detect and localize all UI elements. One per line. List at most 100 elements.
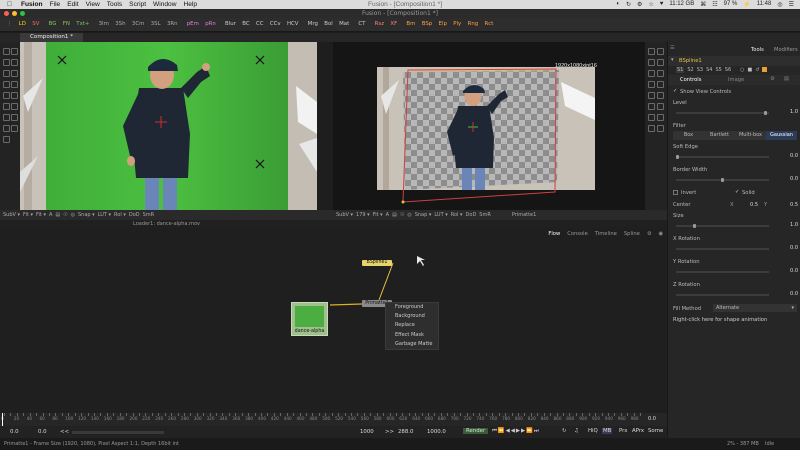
shape-box-icon[interactable] <box>657 114 664 121</box>
select-icon[interactable] <box>648 59 655 66</box>
status-icon-7[interactable]: ☷ <box>712 1 717 8</box>
tool-btn[interactable]: HCV <box>286 20 300 29</box>
render-end-field[interactable]: 1000 <box>360 429 374 435</box>
version-s2[interactable]: S2 <box>687 67 693 73</box>
tool-btn[interactable]: Mat <box>338 20 350 29</box>
bezier-icon[interactable] <box>11 81 18 88</box>
done-icon[interactable] <box>657 70 664 77</box>
lock-icon[interactable] <box>3 136 10 143</box>
tool-btn[interactable]: Ply <box>452 20 462 29</box>
tool-btn[interactable]: CC <box>255 20 265 29</box>
border-width-value[interactable]: 0.0 <box>774 176 798 182</box>
pointer-icon[interactable] <box>3 48 10 55</box>
zoom-dropdown[interactable]: Fit ▾ <box>23 212 33 218</box>
border-width-knob[interactable] <box>721 178 724 182</box>
select-all-icon[interactable] <box>657 92 664 99</box>
audio-icon[interactable]: ♫ <box>574 428 579 434</box>
center-y-value[interactable]: 0.5 <box>774 202 798 208</box>
aprx-button[interactable]: APrx <box>632 428 644 434</box>
tab-modifiers[interactable]: Modifiers <box>774 47 798 53</box>
target-icon[interactable]: ◎ <box>71 212 75 218</box>
paint-icon[interactable] <box>11 103 18 110</box>
inspector-menu-icon[interactable]: ☰ <box>670 45 675 51</box>
size-knob[interactable] <box>693 224 696 228</box>
mb-button[interactable]: MB <box>602 428 613 434</box>
soft-edge-slider[interactable] <box>676 156 769 158</box>
status-icon-6[interactable]: ⌘ <box>700 1 706 8</box>
center-x-value[interactable]: 0.5 <box>740 202 758 208</box>
version-s4[interactable]: S4 <box>706 67 712 73</box>
options-icon[interactable]: ▤ <box>784 76 789 82</box>
lock-icon[interactable] <box>657 125 664 132</box>
show-keys-icon[interactable] <box>648 103 655 110</box>
tool-btn[interactable]: Txt+ <box>75 20 90 29</box>
tool-btn[interactable]: BC <box>241 20 250 29</box>
fill-method-dropdown[interactable]: Alternate ▾ <box>713 304 797 312</box>
ctx-item-garbage-matte[interactable]: Garbage Matte <box>386 340 438 349</box>
level-slider[interactable] <box>676 112 769 114</box>
soft-edge-value[interactable]: 0.0 <box>774 153 798 159</box>
filter-multi-box[interactable]: Multi-box <box>735 131 766 140</box>
menu-edit[interactable]: Edit <box>67 1 78 8</box>
tool-btn[interactable]: pEm <box>186 20 200 29</box>
color-icon[interactable]: ☉ <box>63 212 67 218</box>
subtab-controls[interactable]: Controls <box>680 77 701 83</box>
tool-btn[interactable]: XF <box>389 20 398 29</box>
viewer-left[interactable] <box>20 42 317 210</box>
pin-icon[interactable]: ○ <box>740 67 744 73</box>
filter-bartlett[interactable]: Bartlett <box>704 131 735 140</box>
menu-window[interactable]: Window <box>153 1 176 8</box>
tool-btn[interactable]: CCv <box>269 20 282 29</box>
ellipse-icon[interactable] <box>3 103 10 110</box>
checker-icon[interactable] <box>11 125 18 132</box>
hiq-button[interactable]: HiQ <box>588 428 598 434</box>
viewer-right[interactable]: 1920x1080xint16 <box>333 42 645 210</box>
prx-button[interactable]: Prx <box>619 428 627 434</box>
pan-icon[interactable] <box>657 48 664 55</box>
tab-tools[interactable]: Tools <box>751 47 764 53</box>
version-s3[interactable]: S3 <box>697 67 703 73</box>
invert-checkbox[interactable] <box>673 190 678 195</box>
version-s1[interactable]: S1 <box>676 67 685 73</box>
zoom-dropdown[interactable]: 179 ▾ <box>356 212 370 218</box>
tool-btn[interactable]: LD <box>18 20 27 29</box>
snap-dropdown[interactable]: Snap ▾ <box>78 212 95 218</box>
range-left-arrows[interactable]: << <box>60 429 69 435</box>
ctx-item-effect-mask[interactable]: Effect Mask <box>386 331 438 340</box>
node-bspline1[interactable]: BSpline1 <box>362 260 392 266</box>
show-view-controls-checkbox[interactable]: ✓ <box>673 88 677 94</box>
status-icon-1[interactable]: ◐ <box>616 1 620 8</box>
tool-btn[interactable]: Rsz <box>374 20 385 29</box>
menu-tools[interactable]: Tools <box>107 1 122 8</box>
a-toggle[interactable]: A <box>49 212 52 218</box>
pan-icon[interactable] <box>11 48 18 55</box>
tool-header[interactable]: ▾ BSpline1 <box>668 56 800 66</box>
fit-dropdown[interactable]: Fit ▾ <box>373 212 383 218</box>
y-rotation-value[interactable]: 0.0 <box>774 268 798 274</box>
level-slider-knob[interactable] <box>764 111 767 115</box>
lock-icon[interactable]: ■ <box>748 67 753 73</box>
lut-dropdown[interactable]: LUT ▾ <box>434 212 447 218</box>
grid-icon[interactable]: ▤ <box>55 212 60 218</box>
tool-btn[interactable]: Rct <box>484 20 495 29</box>
tool-btn[interactable]: 3Rn <box>166 20 179 29</box>
menu-view[interactable]: View <box>86 1 100 8</box>
dod-button[interactable]: DoD <box>129 212 140 218</box>
a-toggle[interactable]: A <box>386 212 389 218</box>
reset-icon[interactable]: ↺ <box>755 67 759 73</box>
polygon-icon[interactable] <box>3 92 10 99</box>
rectangle-icon[interactable] <box>11 92 18 99</box>
size-slider[interactable] <box>676 225 769 227</box>
some-button[interactable]: Some <box>648 428 663 434</box>
x-rotation-value[interactable]: 0.0 <box>774 245 798 251</box>
tool-btn[interactable]: pRn <box>204 20 217 29</box>
status-icon-5[interactable]: ♥ <box>660 1 664 8</box>
tool-btn[interactable]: 3Sh <box>114 20 126 29</box>
tab-composition1[interactable]: Composition1 * <box>20 33 84 42</box>
roi-dropdown[interactable]: Rol ▾ <box>451 212 463 218</box>
current-time-field[interactable]: 288.0 <box>398 429 413 435</box>
close-shape-icon[interactable] <box>648 81 655 88</box>
menu-script[interactable]: Script <box>129 1 146 8</box>
ctx-item-foreground[interactable]: Foreground <box>386 303 438 312</box>
snap-dropdown[interactable]: Snap ▾ <box>415 212 432 218</box>
